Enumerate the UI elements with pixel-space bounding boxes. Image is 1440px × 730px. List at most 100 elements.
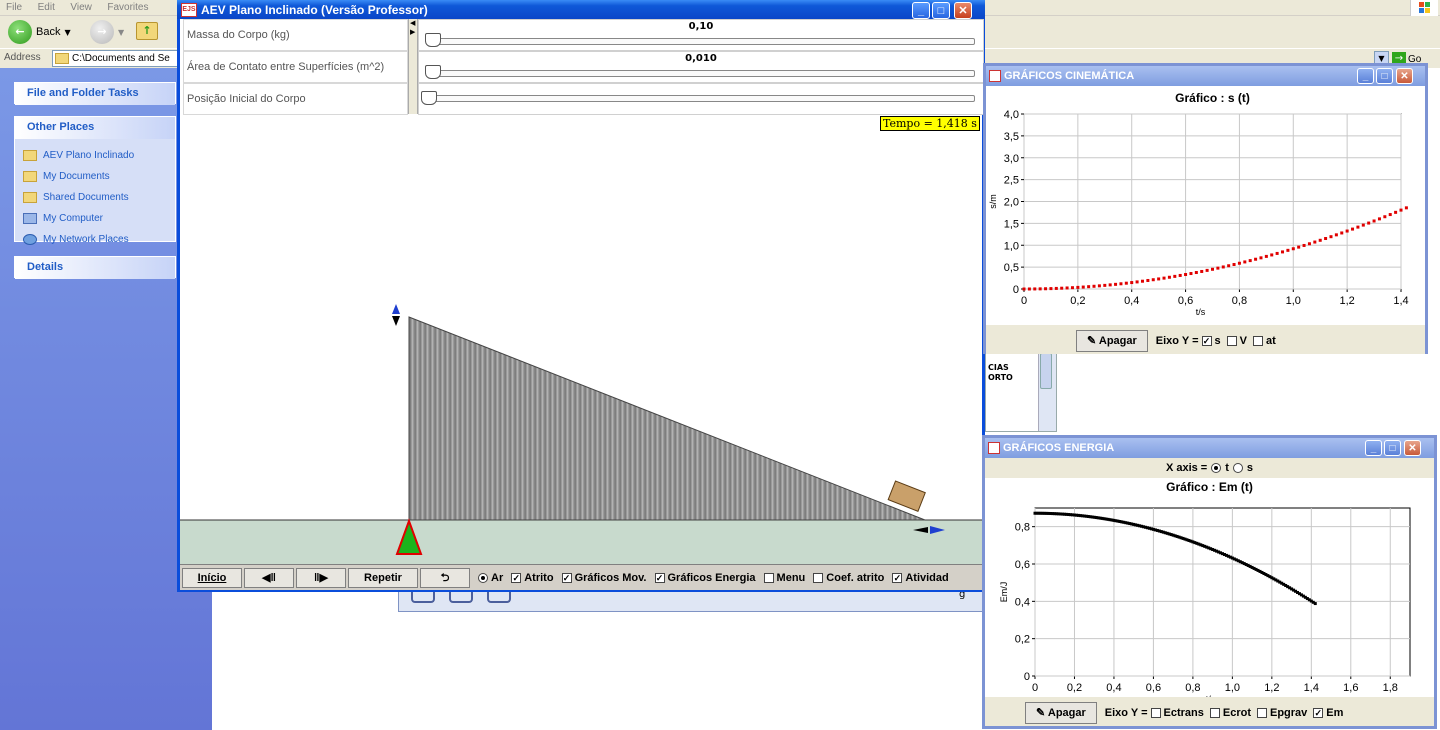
kin-v-checkbox[interactable]: V bbox=[1226, 335, 1247, 347]
y-tick-label: 0,5 bbox=[1004, 262, 1019, 274]
place-aev-plano-inclinado[interactable]: AEV Plano Inclinado bbox=[15, 145, 175, 166]
close-button[interactable]: ✕ bbox=[1396, 68, 1413, 84]
bg-tool-icon bbox=[449, 591, 473, 603]
place-my-network-places[interactable]: My Network Places bbox=[15, 229, 175, 250]
place-my-computer[interactable]: My Computer bbox=[15, 208, 175, 229]
data-point bbox=[1404, 206, 1408, 210]
divider-right-arrow-icon[interactable]: ▶ bbox=[410, 28, 415, 36]
plot-area bbox=[1034, 507, 1411, 677]
graficos-energia-checkbox[interactable]: ✓ Gráficos Energia bbox=[654, 572, 756, 584]
data-point bbox=[1361, 223, 1365, 227]
address-value: C:\Documents and Se bbox=[72, 53, 170, 64]
atividades-checkbox[interactable]: ✓ Atividad bbox=[892, 572, 949, 584]
en-epgrav-checkbox[interactable]: Epgrav bbox=[1256, 707, 1307, 719]
y-tick-label: 4,0 bbox=[1004, 109, 1019, 121]
close-button[interactable]: ✕ bbox=[1404, 440, 1421, 456]
ar-radio[interactable]: Ar bbox=[478, 572, 503, 584]
menu-favorites[interactable]: Favorites bbox=[101, 0, 154, 16]
slider-massa[interactable]: 0,10 bbox=[418, 19, 984, 51]
data-point bbox=[1049, 287, 1053, 291]
x-tick-label: 0,2 bbox=[1070, 295, 1085, 307]
data-point bbox=[1216, 266, 1220, 270]
data-point bbox=[1243, 260, 1247, 264]
maximize-button[interactable]: □ bbox=[1384, 440, 1401, 456]
graficos-mov-checkbox[interactable]: ✓ Gráficos Mov. bbox=[561, 572, 647, 584]
menu-view[interactable]: View bbox=[64, 0, 98, 16]
slider-massa-track[interactable] bbox=[427, 38, 975, 45]
menu-file[interactable]: File bbox=[0, 0, 28, 16]
energy-title-bar[interactable]: GRÁFICOS ENERGIA _ □ ✕ bbox=[985, 438, 1434, 458]
maximize-button[interactable]: □ bbox=[932, 2, 950, 19]
kin-s-checkbox[interactable]: ✓ s bbox=[1201, 335, 1221, 347]
x-tick-label: 0,8 bbox=[1232, 295, 1247, 307]
back-button[interactable]: ← Back ▼ bbox=[8, 20, 88, 44]
slider-posicao[interactable] bbox=[418, 83, 984, 115]
xaxis-s-radio[interactable] bbox=[1232, 463, 1243, 473]
divider-left-arrow-icon[interactable]: ◀ bbox=[410, 19, 415, 27]
menu-edit[interactable]: Edit bbox=[32, 0, 61, 16]
coef-atrito-label: Coef. atrito bbox=[826, 571, 885, 584]
en-ectrans-checkbox[interactable]: Ectrans bbox=[1150, 707, 1204, 719]
inclined-plane bbox=[408, 316, 926, 521]
up-folder-icon[interactable]: ↑ bbox=[136, 22, 158, 40]
undo-button[interactable]: ⮌ bbox=[420, 567, 470, 588]
energy-apagar-button[interactable]: ✎ Apagar bbox=[1025, 702, 1097, 724]
place-my-documents[interactable]: My Documents bbox=[15, 166, 175, 187]
data-point bbox=[1044, 287, 1048, 291]
back-dropdown-icon[interactable]: ▼ bbox=[64, 28, 70, 37]
file-folder-tasks-header[interactable]: File and Folder Tasks bbox=[15, 83, 175, 105]
data-point bbox=[1205, 268, 1209, 272]
forward-button[interactable]: → bbox=[90, 20, 114, 44]
minimize-button[interactable]: _ bbox=[912, 2, 930, 19]
atrito-checkbox[interactable]: ✓ Atrito bbox=[511, 571, 554, 584]
main-applet-window: EJS AEV Plano Inclinado (Versão Professo… bbox=[177, 0, 985, 592]
en-ecrot-checkbox[interactable]: Ecrot bbox=[1209, 707, 1251, 719]
kin-at-checkbox[interactable]: at bbox=[1252, 335, 1276, 347]
minimize-button[interactable]: _ bbox=[1357, 68, 1374, 84]
param-label-massa: Massa do Corpo (kg) bbox=[183, 19, 408, 51]
other-places-header[interactable]: Other Places bbox=[15, 117, 175, 139]
en-em-checkbox[interactable]: ✓ Em bbox=[1313, 707, 1343, 719]
ground bbox=[180, 520, 985, 564]
coef-atrito-checkbox[interactable]: Coef. atrito bbox=[813, 572, 884, 584]
atrito-label: Atrito bbox=[524, 571, 554, 584]
kinematics-apagar-button[interactable]: ✎ Apagar bbox=[1076, 330, 1148, 352]
inicio-button[interactable]: Início bbox=[182, 567, 242, 588]
data-point bbox=[1119, 282, 1123, 286]
slider-posicao-track[interactable] bbox=[427, 95, 975, 102]
place-label: Shared Documents bbox=[43, 192, 129, 203]
xaxis-t-radio[interactable] bbox=[1211, 463, 1222, 473]
slider-massa-thumb[interactable] bbox=[425, 33, 441, 47]
repetir-button[interactable]: Repetir bbox=[348, 567, 418, 588]
data-point bbox=[1297, 245, 1301, 249]
y-tick-label: 0,4 bbox=[1015, 596, 1030, 608]
data-point bbox=[1140, 279, 1144, 283]
data-point bbox=[1081, 285, 1085, 289]
xaxis-label: X axis = bbox=[1165, 462, 1208, 474]
checkbox-checked-icon: ✓ bbox=[561, 572, 572, 583]
menu-checkbox[interactable]: Menu bbox=[763, 572, 805, 584]
data-point bbox=[1340, 231, 1344, 235]
minimize-button[interactable]: _ bbox=[1365, 440, 1382, 456]
slider-posicao-thumb[interactable] bbox=[421, 91, 437, 105]
slider-area[interactable]: 0,010 bbox=[418, 51, 984, 83]
kinematics-eixo-label: Eixo Y = bbox=[1155, 335, 1199, 347]
step-back-button[interactable]: ◀‖ bbox=[244, 567, 294, 588]
slider-area-track[interactable] bbox=[427, 70, 975, 77]
x-tick-label: 0,8 bbox=[1185, 682, 1200, 694]
maximize-button[interactable]: □ bbox=[1376, 68, 1393, 84]
height-handle-icon[interactable] bbox=[392, 304, 400, 326]
place-shared-documents[interactable]: Shared Documents bbox=[15, 187, 175, 208]
step-forward-button[interactable]: ‖▶ bbox=[296, 567, 346, 588]
close-button[interactable]: ✕ bbox=[954, 2, 972, 19]
details-header[interactable]: Details bbox=[15, 257, 175, 279]
forward-dropdown-icon[interactable]: ▼ bbox=[118, 28, 124, 37]
block[interactable] bbox=[887, 480, 926, 512]
split-divider[interactable]: ◀ ▶ bbox=[408, 19, 418, 114]
x-tick-label: 1,4 bbox=[1393, 295, 1408, 307]
kinematics-title-bar[interactable]: GRÁFICOS CINEMÁTICA _ □ ✕ bbox=[986, 66, 1425, 86]
slider-area-thumb[interactable] bbox=[425, 65, 441, 79]
address-field[interactable]: C:\Documents and Se bbox=[52, 50, 182, 67]
main-title-bar[interactable]: EJS AEV Plano Inclinado (Versão Professo… bbox=[177, 0, 985, 19]
x-tick-label: 0 bbox=[1032, 682, 1038, 694]
